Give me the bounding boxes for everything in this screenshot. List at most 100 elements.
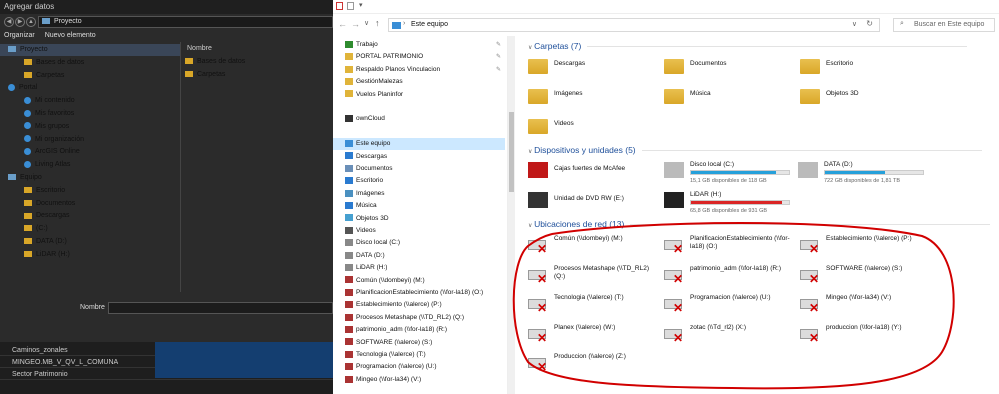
nav-item[interactable]: Mingeo (\\for-la34) (V:) xyxy=(333,374,505,386)
chevron-down-icon[interactable]: ∨ xyxy=(852,20,857,28)
tree-item[interactable]: Mi contenido xyxy=(0,95,180,107)
tree-item[interactable]: Carpetas xyxy=(0,70,180,82)
computer-icon xyxy=(8,174,16,181)
forward-icon[interactable]: ▶ xyxy=(15,17,25,27)
up-icon[interactable]: ↑ xyxy=(375,18,380,28)
dialog-title: Agregar datos xyxy=(0,0,333,14)
nav-item[interactable]: Procesos Metashape (\\TD_RL2) (Q:) xyxy=(333,312,505,324)
nav-scrollbar-thumb[interactable] xyxy=(509,112,514,192)
properties-icon[interactable] xyxy=(336,2,343,10)
folder-tile[interactable]: Objetos 3D xyxy=(800,86,930,108)
nav-item[interactable]: LiDAR (H:) xyxy=(333,262,505,274)
forward-icon[interactable]: → xyxy=(351,19,360,29)
section-folders-header[interactable]: ∨ Carpetas (7) xyxy=(528,41,968,51)
dialog-path-field[interactable]: Proyecto xyxy=(38,16,333,28)
nav-item[interactable]: ownCloud xyxy=(333,113,505,125)
nav-item[interactable]: PORTAL PATRIMONIO ✎ xyxy=(333,51,505,63)
dialog-tree: Proyecto Bases de datos Carpetas Portal Mi c… xyxy=(0,42,180,292)
organize-menu[interactable]: Organizar xyxy=(4,32,35,39)
tree-item[interactable]: Mi organización xyxy=(0,134,180,146)
folder-icon xyxy=(24,238,32,245)
pin-folder-icon xyxy=(345,40,353,48)
nav-item[interactable]: Programacion (\\alerce) (U:) xyxy=(333,361,505,373)
section-devices-header[interactable]: ∨ Dispositivos y unidades (5) xyxy=(528,145,982,155)
tree-item[interactable]: Descargas xyxy=(0,210,180,222)
nav-item[interactable]: GestiónMalezas xyxy=(333,76,505,88)
tree-item[interactable]: Portal xyxy=(0,82,180,94)
nav-item[interactable]: Música xyxy=(333,200,505,212)
device-tile[interactable]: Unidad de DVD RW (E:) xyxy=(528,190,658,212)
nav-item-label: Objetos 3D xyxy=(356,214,389,222)
nav-item[interactable]: patrimonio_adm (\\for-la18) (R:) xyxy=(333,324,505,336)
up-icon[interactable]: ▲ xyxy=(26,17,36,27)
tree-item[interactable]: Escritorio xyxy=(0,185,180,197)
network-drive-icon xyxy=(345,375,353,383)
tree-item[interactable]: Equipo xyxy=(0,172,180,184)
folder-icon xyxy=(24,212,32,219)
nav-item-label: PORTAL PATRIMONIO xyxy=(356,53,424,61)
folder-label: Documentos xyxy=(690,60,727,67)
nav-item[interactable]: Respaldo Planos Vinculacion ✎ xyxy=(333,64,505,76)
pictures-folder-icon xyxy=(528,89,548,104)
tree-item[interactable]: Bases de datos xyxy=(0,57,180,69)
tree-item[interactable]: Proyecto xyxy=(0,44,180,56)
nav-item[interactable]: Común (\\dombeyi) (M:) xyxy=(333,275,505,287)
tree-item[interactable]: Documentos xyxy=(0,198,180,210)
pin-icon[interactable]: ✎ xyxy=(496,39,501,51)
folder-tile[interactable]: Documentos xyxy=(664,56,794,78)
device-tile[interactable]: Disco local (C:) 15,1 GB disponibles de 1… xyxy=(664,160,794,184)
new-folder-icon[interactable] xyxy=(347,2,354,10)
nav-item[interactable]: Escritorio xyxy=(333,175,505,187)
device-tile[interactable]: DATA (D:) 722 GB disponibles de 1,81 TB xyxy=(798,160,928,184)
nav-item-label: ownCloud xyxy=(356,115,385,123)
nav-item[interactable]: Establecimiento (\\alerce) (P:) xyxy=(333,299,505,311)
tree-item[interactable]: (C:) xyxy=(0,223,180,235)
pin-icon[interactable]: ✎ xyxy=(496,51,501,63)
globe-icon xyxy=(24,135,31,143)
project-icon xyxy=(42,18,50,25)
nav-item[interactable]: Este equipo xyxy=(333,138,505,151)
nav-item[interactable]: Documentos xyxy=(333,163,505,175)
network-drive-icon xyxy=(345,350,353,358)
folder-tile[interactable]: Música xyxy=(664,86,794,108)
search-input[interactable]: ⌕ Buscar en Este equipo xyxy=(893,18,995,32)
tree-item-label: Escritorio xyxy=(36,186,66,194)
tree-item[interactable]: DATA (D:) xyxy=(0,236,180,248)
nav-item[interactable]: Disco local (C:) xyxy=(333,237,505,249)
back-icon[interactable]: ◀ xyxy=(4,17,14,27)
pin-icon[interactable]: ✎ xyxy=(496,64,501,76)
nav-item[interactable]: Vuelos Planinfor xyxy=(333,89,505,101)
tree-item[interactable]: Mis grupos xyxy=(0,121,180,133)
document-icon xyxy=(345,164,353,172)
tree-item[interactable]: Mis favoritos xyxy=(0,108,180,120)
nav-item[interactable]: Objetos 3D xyxy=(333,213,505,225)
back-icon[interactable]: ← xyxy=(338,19,347,29)
device-tile[interactable]: Cajas fuertes de McAfee xyxy=(528,160,658,182)
nav-item[interactable]: SOFTWARE (\\alerce) (S:) xyxy=(333,337,505,349)
tree-item[interactable]: ArcGIS Online xyxy=(0,146,180,158)
tree-item[interactable]: Living Atlas xyxy=(0,159,180,171)
table-cell-name: Sector Patrimonio xyxy=(12,371,68,378)
nav-item[interactable]: Descargas xyxy=(333,151,505,163)
chevron-down-icon[interactable]: ▾ xyxy=(359,1,363,9)
tree-item[interactable]: LiDAR (H:) xyxy=(0,249,180,261)
name-input[interactable] xyxy=(108,302,333,314)
nav-item[interactable]: Imágenes xyxy=(333,188,505,200)
nav-item[interactable]: PlanificacionEstablecimiento (\\for-la18… xyxy=(333,287,505,299)
nav-item[interactable]: Tecnologia (\\alerce) (T:) xyxy=(333,349,505,361)
device-tile[interactable]: LiDAR (H:) 65,8 GB disponibles de 931 GB xyxy=(664,190,794,214)
cloud-icon xyxy=(345,115,353,123)
new-item-menu[interactable]: Nuevo elemento xyxy=(45,32,96,39)
address-bar[interactable]: › Este equipo ∨ ↻ xyxy=(388,18,880,32)
folder-tile[interactable]: Videos xyxy=(528,116,658,138)
refresh-icon[interactable]: ↻ xyxy=(866,19,873,28)
folder-tile[interactable]: Escritorio xyxy=(800,56,930,78)
nav-item[interactable]: Trabajo ✎ xyxy=(333,39,505,51)
tree-item-label: Proyecto xyxy=(20,46,48,53)
folder-tile[interactable]: Imágenes xyxy=(528,86,658,108)
chevron-down-icon[interactable]: ∨ xyxy=(364,19,369,27)
breadcrumb-chevron-icon[interactable]: › xyxy=(403,20,405,27)
nav-item[interactable]: Videos xyxy=(333,225,505,237)
folder-tile[interactable]: Descargas xyxy=(528,56,658,78)
nav-item[interactable]: DATA (D:) xyxy=(333,250,505,262)
